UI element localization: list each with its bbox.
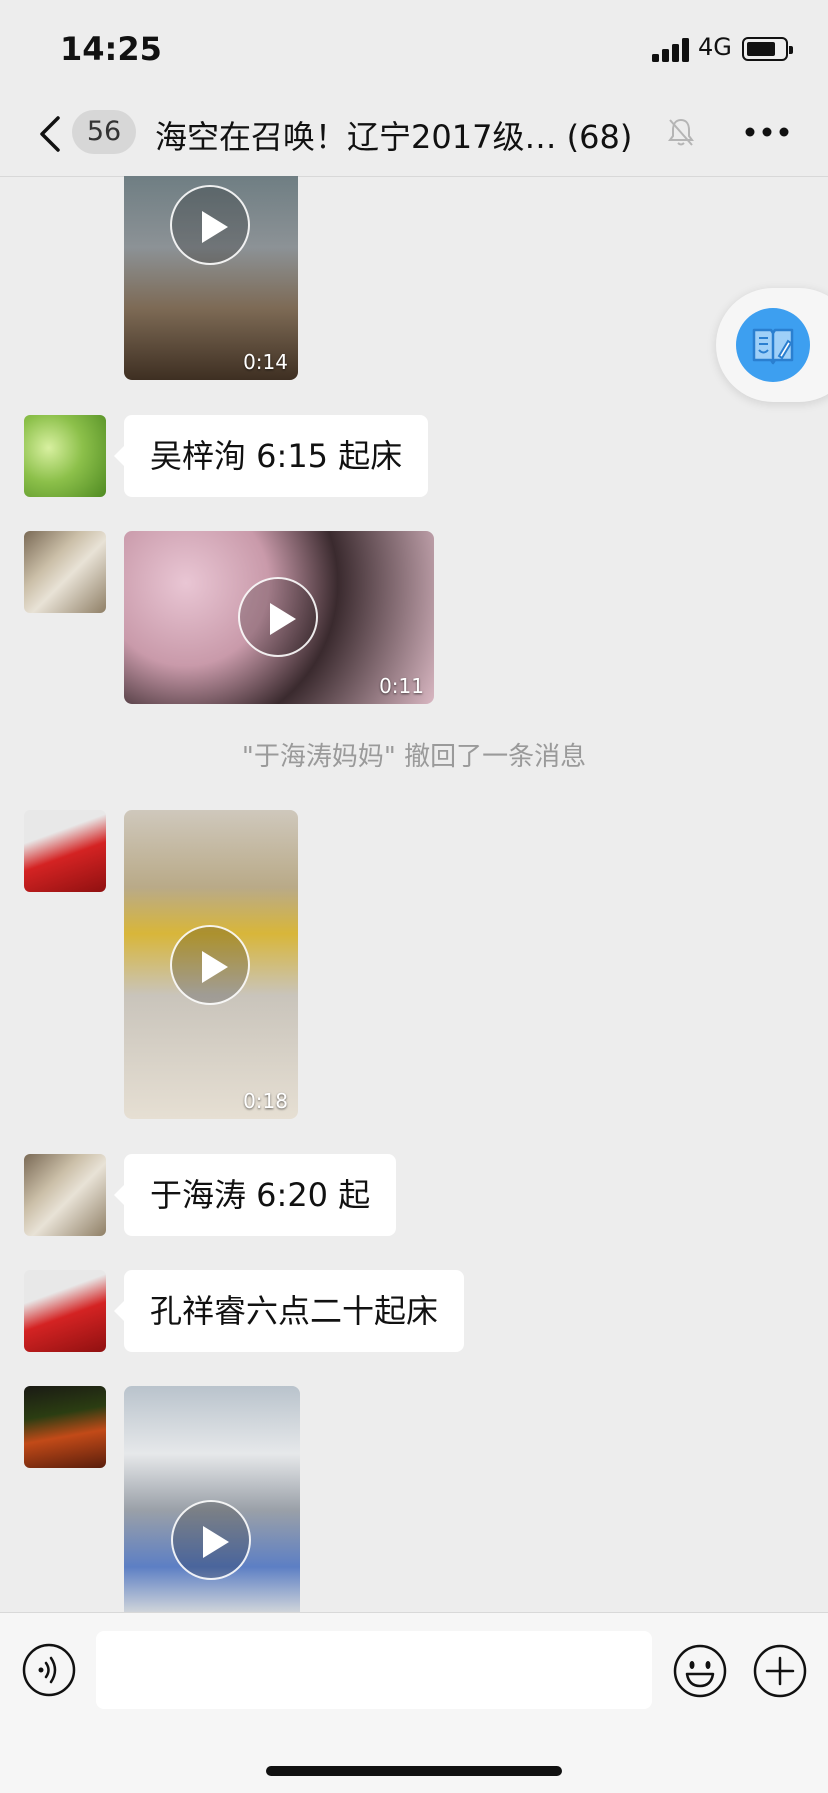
video-message[interactable]: 0:11 — [124, 531, 434, 704]
more-icon[interactable] — [744, 126, 790, 138]
signal-icon — [652, 38, 689, 62]
play-icon — [170, 925, 250, 1005]
play-icon — [170, 185, 250, 265]
battery-icon — [742, 37, 793, 61]
play-icon — [238, 577, 318, 657]
video-duration: 0:11 — [379, 674, 424, 698]
avatar[interactable] — [24, 1386, 106, 1468]
floating-reading-panel[interactable] — [716, 288, 828, 402]
chat-title: 海空在召唤！辽宁2017级… (68) — [155, 118, 633, 156]
chat-header: 56 海空在召唤！辽宁2017级… (68) — [0, 100, 828, 177]
video-message[interactable]: 0:14 — [124, 176, 298, 380]
unread-count-badge[interactable]: 56 — [72, 110, 136, 154]
status-bar: 14:25 4G — [0, 0, 828, 100]
home-indicator — [266, 1766, 562, 1776]
avatar[interactable] — [24, 415, 106, 497]
reading-button[interactable] — [736, 308, 810, 382]
video-message[interactable]: 0:18 — [124, 810, 298, 1119]
avatar[interactable] — [24, 810, 106, 892]
network-type: 4G — [698, 33, 732, 61]
video-message[interactable] — [124, 1386, 300, 1612]
reading-icon — [752, 328, 794, 365]
plus-icon[interactable] — [752, 1643, 808, 1699]
mute-bell-icon — [668, 118, 694, 146]
play-icon — [171, 1500, 251, 1580]
text-message[interactable]: 于海涛 6:20 起 — [113, 1154, 397, 1236]
message-input[interactable] — [96, 1631, 652, 1709]
video-duration: 0:18 — [243, 1089, 288, 1113]
back-icon[interactable] — [36, 114, 66, 154]
avatar[interactable] — [24, 1154, 106, 1236]
avatar[interactable] — [24, 531, 106, 613]
text-message[interactable]: 吴梓洵 6:15 起床 — [113, 415, 429, 497]
text-message[interactable]: 孔祥睿六点二十起床 — [113, 1270, 465, 1352]
status-time: 14:25 — [60, 30, 162, 68]
video-duration: 0:14 — [243, 350, 288, 374]
avatar[interactable] — [24, 1270, 106, 1352]
emoji-icon[interactable] — [672, 1643, 728, 1699]
recall-notice: "于海涛妈妈" 撤回了一条消息 — [241, 742, 587, 772]
voice-icon[interactable] — [22, 1643, 76, 1697]
